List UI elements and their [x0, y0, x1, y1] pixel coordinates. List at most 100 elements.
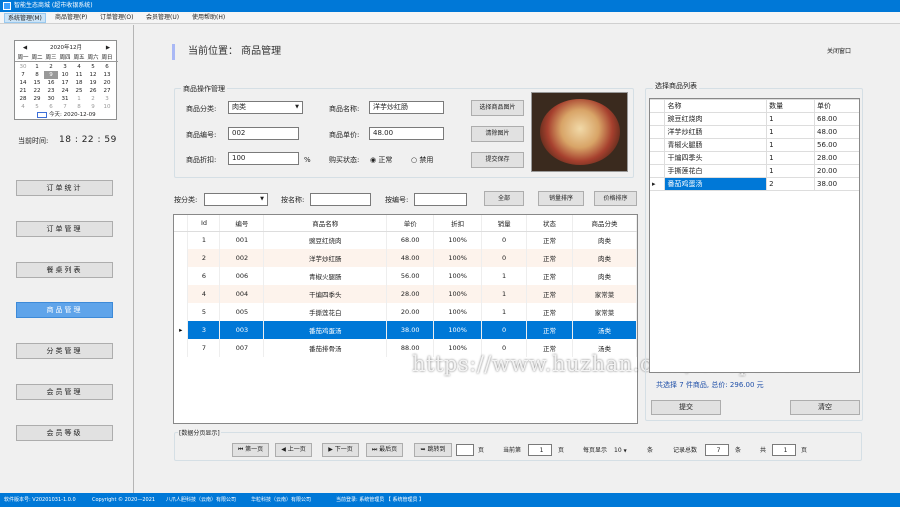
jump-button[interactable]: ➥ 跳转到 [414, 443, 452, 457]
calendar-day[interactable]: 1 [30, 63, 44, 71]
cart-row[interactable]: 青椒火腿肠 1 56.00 [650, 138, 859, 152]
calendar-day[interactable]: 13 [100, 71, 114, 79]
nav-order-stats[interactable]: 订单统计 [16, 180, 113, 196]
sort-price-button[interactable]: 价格排序 [594, 191, 637, 206]
calendar-day[interactable]: 8 [72, 103, 86, 111]
nav-member-manage[interactable]: 会员管理 [16, 384, 113, 400]
nav-member-level[interactable]: 会员等级 [16, 425, 113, 441]
table-row[interactable]: 5 005 手撕莲花白 20.00 100% 1 正常 家常菜 [174, 303, 637, 321]
first-page-button[interactable]: ⏮ 第一页 [232, 443, 269, 457]
menu-help[interactable]: 使用帮助(H) [189, 13, 228, 23]
clear-image-button[interactable]: 清除图片 [471, 126, 524, 142]
nav-product-manage[interactable]: 商品管理 [16, 302, 113, 318]
last-page-button[interactable]: ⏭ 最后页 [366, 443, 403, 457]
calendar-day[interactable]: 8 [30, 71, 44, 79]
table-row[interactable]: 1 001 豌豆红烧肉 68.00 100% 0 正常 肉类 [174, 231, 637, 249]
calendar-day[interactable]: 18 [72, 79, 86, 87]
select-image-button[interactable]: 选择商品图片 [471, 100, 524, 116]
calendar-day[interactable]: 5 [86, 63, 100, 71]
prev-page-button[interactable]: ◀ 上一页 [275, 443, 312, 457]
cart-row[interactable]: 洋芋炒红肠 1 48.00 [650, 125, 859, 139]
calendar-day[interactable]: 17 [58, 79, 72, 87]
cart-row[interactable]: 手撕莲花白 1 20.00 [650, 164, 859, 178]
menu-order[interactable]: 订单管理(O) [97, 13, 136, 23]
price-input[interactable]: 48.00 [369, 127, 444, 140]
sort-sales-button[interactable]: 销量排序 [538, 191, 584, 206]
status-disabled-radio[interactable]: ○ 禁用 [411, 155, 433, 165]
calendar-day[interactable]: 4 [16, 103, 30, 111]
calendar-day[interactable]: 24 [58, 87, 72, 95]
filter-name-input[interactable] [310, 193, 371, 206]
calendar-day[interactable]: 30 [44, 95, 58, 103]
calendar-day[interactable]: 23 [44, 87, 58, 95]
menu-system[interactable]: 系统管理(M) [4, 13, 46, 23]
cart-submit-button[interactable]: 提交 [651, 400, 721, 415]
cart-row[interactable]: 豌豆红烧肉 1 68.00 [650, 112, 859, 126]
calendar-day[interactable]: 25 [72, 87, 86, 95]
calendar-next-icon[interactable]: ▶ [101, 44, 115, 52]
status-normal-radio[interactable]: ◉ 正常 [370, 155, 392, 165]
filter-name-label: 按名称: [281, 196, 305, 204]
calendar-day[interactable]: 11 [72, 71, 86, 79]
category-select[interactable]: 肉类 ▼ [228, 101, 303, 114]
calendar-day[interactable]: 16 [44, 79, 58, 87]
calendar-day[interactable]: 27 [100, 87, 114, 95]
code-input[interactable]: 002 [228, 127, 299, 140]
calendar-day[interactable]: 10 [100, 103, 114, 111]
calendar-day[interactable]: 30 [16, 63, 30, 71]
table-row[interactable]: 6 006 青椒火腿肠 56.00 100% 1 正常 肉类 [174, 267, 637, 285]
cart-clear-button[interactable]: 清空 [790, 400, 860, 415]
calendar-day[interactable]: 12 [86, 71, 100, 79]
product-image [531, 92, 628, 172]
all-button[interactable]: 全部 [484, 191, 524, 206]
cart-row[interactable]: ▸ 番茄鸡蛋汤 2 38.00 [650, 177, 859, 191]
product-table[interactable]: Id 编号 商品名称 单价 折扣 销量 状态 商品分类 1 001 豌豆红烧肉 68.… [173, 214, 638, 424]
calendar-day[interactable]: 2 [86, 95, 100, 103]
close-window-link[interactable]: 关闭窗口 [827, 47, 851, 57]
per-page-select[interactable]: 10 ▼ [614, 446, 627, 456]
calendar-day[interactable]: 7 [58, 103, 72, 111]
calendar-day[interactable]: 6 [100, 63, 114, 71]
calendar-day[interactable]: 7 [16, 71, 30, 79]
calendar-day[interactable]: 28 [16, 95, 30, 103]
discount-input[interactable]: 100 [228, 152, 299, 165]
nav-table-list[interactable]: 餐桌列表 [16, 262, 113, 278]
jump-page-input[interactable] [456, 444, 474, 456]
calendar-day[interactable]: 6 [44, 103, 58, 111]
table-row[interactable]: 2 002 洋芋炒红肠 48.00 100% 0 正常 肉类 [174, 249, 637, 267]
cart-row[interactable]: 干煸四季头 1 28.00 [650, 151, 859, 165]
menu-member[interactable]: 会员管理(U) [143, 13, 182, 23]
calendar-day[interactable]: 19 [86, 79, 100, 87]
calendar-day[interactable]: 3 [100, 95, 114, 103]
table-row[interactable]: 4 004 干煸四季头 28.00 100% 1 正常 家常菜 [174, 285, 637, 303]
calendar-day[interactable]: 4 [72, 63, 86, 71]
cart-table[interactable]: 名称 数量 单价 豌豆红烧肉 1 68.00 洋芋炒红肠 1 48.00 青椒火腿肠 1 56.… [649, 98, 860, 373]
calendar-day[interactable]: 10 [58, 71, 72, 79]
calendar-day[interactable]: 1 [72, 95, 86, 103]
calendar-day[interactable]: 14 [16, 79, 30, 87]
calendar-day[interactable]: 15 [30, 79, 44, 87]
calendar-today[interactable]: 今天: 2020-12-09 [49, 111, 109, 119]
calendar-day[interactable]: 21 [16, 87, 30, 95]
nav-order-manage[interactable]: 订单管理 [16, 221, 113, 237]
calendar-day[interactable]: 29 [30, 95, 44, 103]
filter-code-input[interactable] [414, 193, 467, 206]
filter-category-select[interactable]: ▼ [204, 193, 268, 206]
calendar-day[interactable]: 2 [44, 63, 58, 71]
calendar-day[interactable]: 31 [58, 95, 72, 103]
calendar-prev-icon[interactable]: ◀ [18, 44, 32, 52]
nav-category-manage[interactable]: 分类管理 [16, 343, 113, 359]
calendar-day[interactable]: 9 [44, 71, 58, 79]
calendar-day[interactable]: 3 [58, 63, 72, 71]
table-row[interactable]: ▸ 3 003 番茄鸡蛋汤 38.00 100% 0 正常 汤类 [174, 321, 637, 339]
calendar-day[interactable]: 26 [86, 87, 100, 95]
calendar-day[interactable]: 9 [86, 103, 100, 111]
calendar-day[interactable]: 5 [30, 103, 44, 111]
calendar-day[interactable]: 22 [30, 87, 44, 95]
save-button[interactable]: 提交保存 [471, 152, 524, 168]
name-input[interactable]: 洋芋炒红肠 [369, 101, 444, 114]
next-page-button[interactable]: ▶ 下一页 [322, 443, 359, 457]
calendar[interactable]: ◀ 2020年12月 ▶ 周一 周二 周三 周四 周五 周六 周日 30 1 2 3 4 5 6 7 8 9 1… [14, 40, 118, 120]
menu-product[interactable]: 商品管理(P) [52, 13, 90, 23]
calendar-day[interactable]: 20 [100, 79, 114, 87]
